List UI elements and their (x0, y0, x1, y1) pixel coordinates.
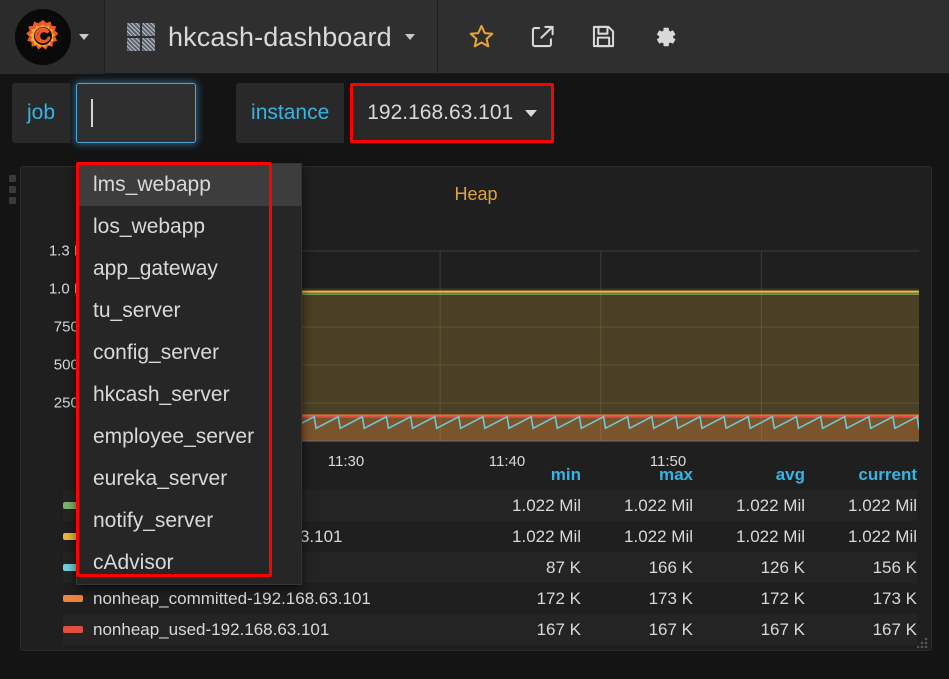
legend-value-avg: 1.022 Mil (736, 526, 805, 546)
resize-handle-icon[interactable] (917, 636, 929, 648)
share-icon[interactable] (529, 23, 556, 50)
dropdown-option[interactable]: notify_server (77, 500, 301, 542)
text-cursor-icon (91, 99, 94, 127)
legend-value-avg: 1.022 Mil (736, 495, 805, 515)
dropdown-option[interactable]: los_webapp (77, 206, 301, 248)
dropdown-option[interactable]: config_server (77, 332, 301, 374)
dropdown-option[interactable]: cAdvisor (77, 542, 301, 584)
save-icon[interactable] (590, 23, 617, 50)
legend-value-max: 167 K (648, 619, 693, 639)
variable-job: job (12, 83, 197, 143)
chevron-down-icon[interactable] (525, 109, 538, 117)
legend-value-current: 1.022 Mil (848, 526, 917, 546)
gear-icon[interactable] (651, 23, 679, 51)
variable-instance: instance 192.168.63.101 (236, 83, 555, 143)
legend-col-min[interactable]: min (469, 465, 581, 485)
legend-value-avg: 167 K (760, 619, 805, 639)
legend-value-current: 173 K (872, 588, 917, 608)
variable-instance-value: 192.168.63.101 (367, 101, 514, 124)
legend-value-max: 1.022 Mil (624, 495, 693, 515)
legend-value-avg: 172 K (760, 588, 805, 608)
legend-col-avg[interactable]: avg (693, 465, 805, 485)
dropdown-option[interactable]: lms_webapp (77, 164, 301, 206)
legend-row[interactable]: nonheap_committed-192.168.63.101 172 K 173… (63, 583, 917, 614)
grafana-home-button[interactable] (0, 0, 105, 74)
variable-instance-highlight-box: 192.168.63.101 (350, 83, 555, 143)
legend-value-current: 167 K (872, 619, 917, 639)
dropdown-option[interactable]: app_gateway (77, 248, 301, 290)
legend-value-min: 167 K (536, 619, 581, 639)
dropdown-option[interactable]: eureka_server (77, 458, 301, 500)
legend-value-avg: 126 K (760, 557, 805, 577)
instance-options-dropdown[interactable]: lms_webapp los_webapp app_gateway tu_server… (76, 163, 302, 585)
drag-handle-icon[interactable] (9, 175, 16, 204)
legend-value-max: 173 K (648, 588, 693, 608)
dashboard-actions-toolbar (438, 0, 679, 73)
legend-value-current: 1.022 Mil (848, 495, 917, 515)
legend-value-min: 1.022 Mil (512, 495, 581, 515)
dropdown-option[interactable]: employee_server (77, 416, 301, 458)
top-navigation-bar: hkcash-dashboard (0, 0, 949, 74)
variable-instance-label: instance (236, 83, 345, 143)
variable-job-label: job (12, 83, 71, 143)
dashboard-grid-icon (127, 23, 155, 51)
legend-value-min: 172 K (536, 588, 581, 608)
legend-color-swatch[interactable] (63, 595, 89, 602)
grafana-logo-icon (15, 9, 71, 65)
variable-job-input[interactable] (76, 83, 197, 143)
legend-color-swatch[interactable] (63, 626, 89, 633)
legend-value-min: 1.022 Mil (512, 526, 581, 546)
page-title: hkcash-dashboard (168, 21, 392, 52)
chevron-down-icon[interactable] (404, 34, 415, 40)
chevron-down-icon[interactable] (79, 34, 89, 40)
dashboard-title-button[interactable]: hkcash-dashboard (105, 0, 438, 74)
legend-series-name[interactable]: nonheap_committed-192.168.63.101 (89, 589, 469, 609)
legend-col-current[interactable]: current (805, 465, 917, 485)
legend-value-min: 87 K (546, 557, 581, 577)
legend-series-name[interactable]: nonheap_used-192.168.63.101 (89, 620, 469, 640)
dropdown-option[interactable]: hkcash_server (77, 374, 301, 416)
dropdown-option[interactable]: tu_server (77, 290, 301, 332)
legend-value-max: 166 K (648, 557, 693, 577)
legend-row[interactable]: nonheap_used-192.168.63.101 167 K 167 K 167… (63, 614, 917, 645)
variable-instance-dropdown[interactable]: 192.168.63.101 (353, 86, 552, 140)
legend-col-max[interactable]: max (581, 465, 693, 485)
template-variables-bar: job instance 192.168.63.101 (0, 74, 949, 152)
legend-value-max: 1.022 Mil (624, 526, 693, 546)
star-icon[interactable] (468, 23, 495, 50)
legend-value-current: 156 K (872, 557, 917, 577)
